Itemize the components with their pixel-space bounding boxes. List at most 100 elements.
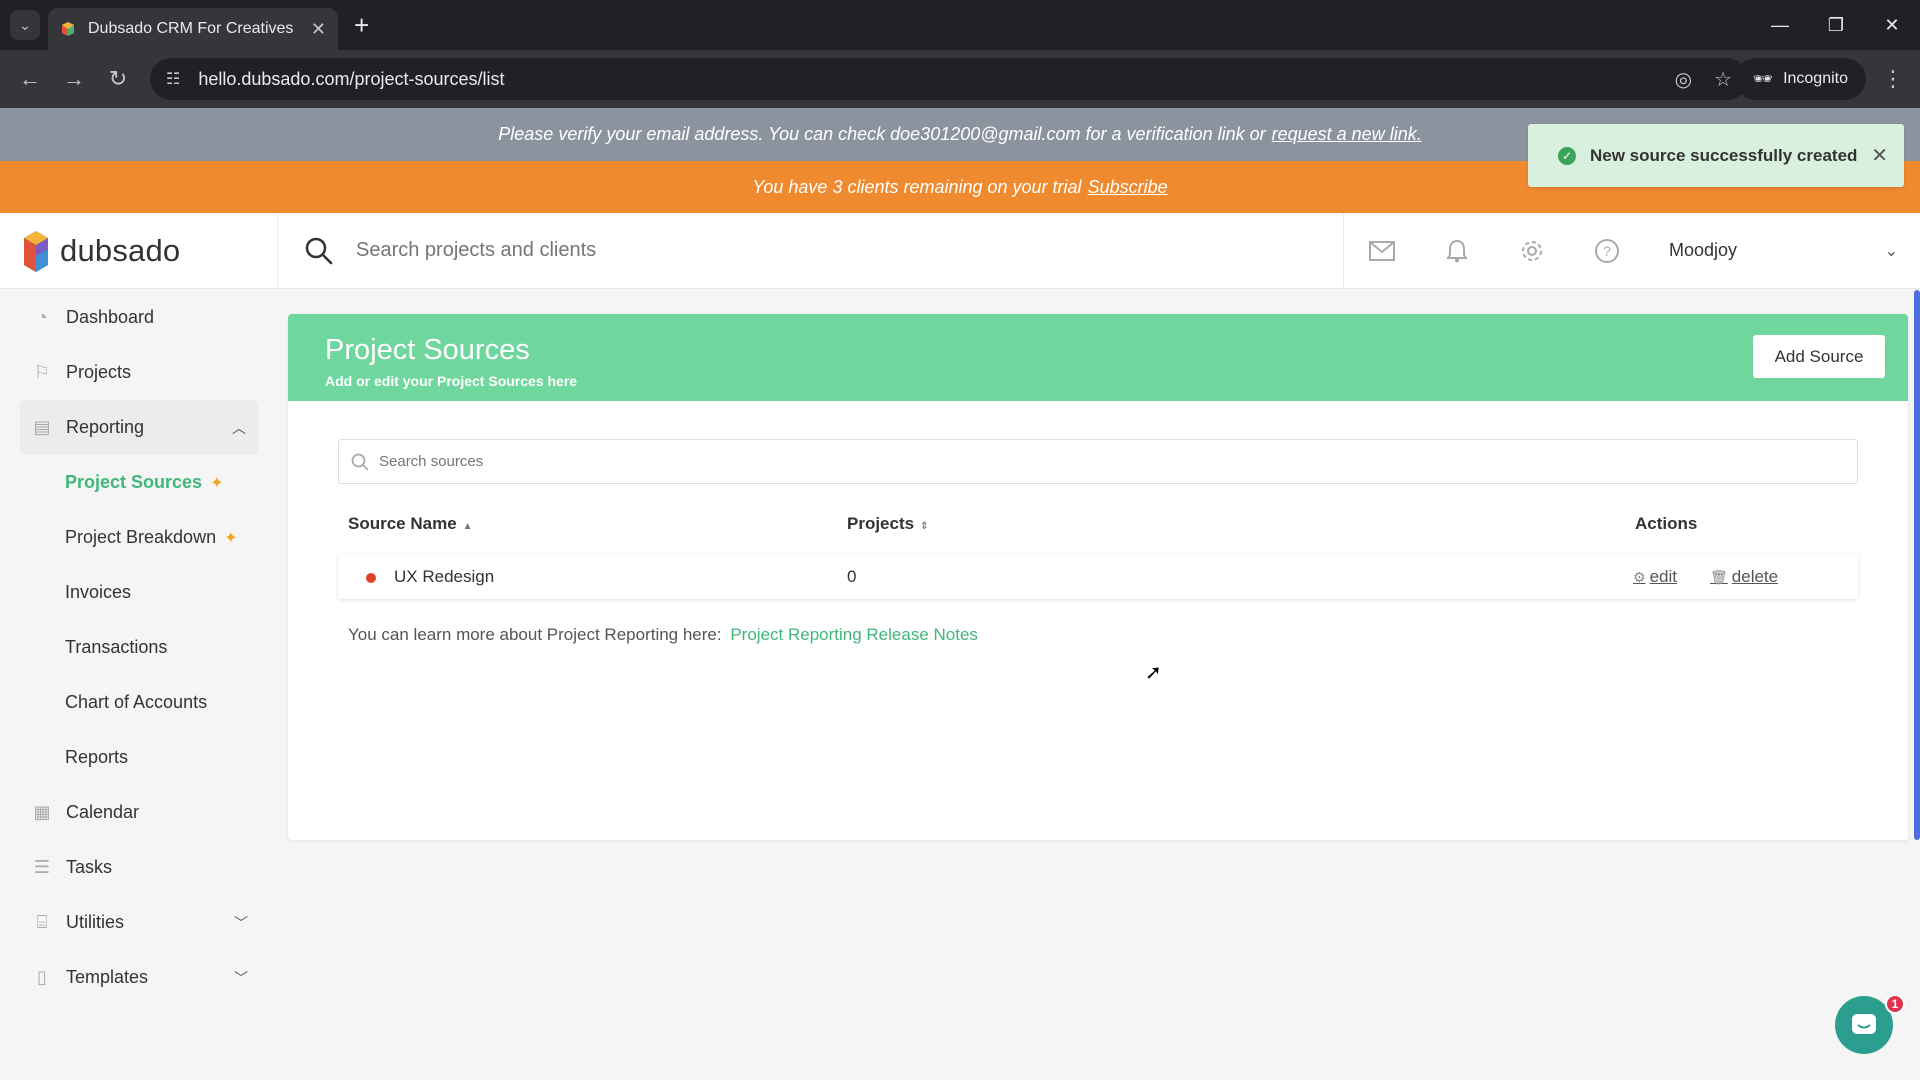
column-source-name[interactable]: Source Name ▲ [348, 514, 473, 534]
user-menu-name[interactable]: Moodjoy [1669, 240, 1885, 261]
page-title: Project Sources [325, 334, 530, 366]
sidebar-item-label: Projects [66, 362, 132, 382]
sidebar-item-label: Reporting [66, 417, 145, 437]
incognito-icon: 🕶 [1752, 71, 1774, 88]
browser-menu-icon[interactable]: ⋮ [1882, 66, 1904, 92]
project-sources-panel: Project Sources Add or edit your Project… [288, 314, 1908, 840]
scrollbar[interactable] [1914, 290, 1920, 840]
logo-text: dubsado [60, 232, 181, 268]
restore-icon[interactable]: ❐ [1808, 15, 1864, 36]
sidebar-item-label: Project Sources [65, 472, 203, 492]
bell-icon[interactable] [1419, 239, 1494, 263]
url-text[interactable]: hello.dubsado.com/project-sources/list [198, 69, 1652, 90]
source-project-count: 0 [847, 567, 857, 586]
reload-icon[interactable]: ↻ [98, 66, 138, 92]
browser-tab[interactable]: Dubsado CRM For Creatives ✕ [48, 8, 338, 50]
table-header: Source Name ▲ Projects ⇕ Actions [338, 484, 1858, 554]
column-projects[interactable]: Projects ⇕ [847, 514, 928, 534]
sidebar-item-projects[interactable]: ⚐ Projects [0, 345, 278, 400]
forward-icon[interactable]: → [54, 66, 94, 92]
app-header: dubsado ? Moodjoy ⌄ [0, 213, 1920, 289]
sidebar-item-label: Dashboard [66, 307, 155, 327]
chevron-down-icon: ﹀ [234, 969, 248, 986]
sidebar-item-reporting[interactable]: ▤ Reporting ︿ [20, 400, 258, 455]
release-notes-link[interactable]: Project Reporting Release Notes [730, 625, 978, 644]
search-sources-input[interactable] [379, 453, 1857, 470]
chat-icon [1852, 1014, 1876, 1034]
trash-icon: 🗑 [1710, 569, 1728, 585]
sidebar-item-label: Transactions [65, 637, 168, 657]
incognito-indicator[interactable]: 🕶 Incognito [1734, 58, 1866, 100]
utilities-icon: ⌸ [36, 912, 48, 932]
subscribe-link[interactable]: Subscribe [1088, 177, 1168, 198]
page-subtitle: Add or edit your Project Sources here [325, 373, 578, 389]
window-close-icon[interactable]: ✕ [1864, 15, 1920, 36]
sidebar-item-utilities[interactable]: ⌸ Utilities ﹀ [0, 895, 278, 950]
tab-close-icon[interactable]: ✕ [311, 19, 326, 40]
request-new-link[interactable]: request a new link. [1272, 124, 1422, 145]
gear-icon: ⚙ [1633, 569, 1646, 585]
column-actions: Actions [1635, 514, 1697, 534]
sidebar-item-dashboard[interactable]: ◔ Dashboard [0, 290, 278, 345]
sparkle-icon: ✦ [210, 474, 224, 492]
toast-close-icon[interactable]: ✕ [1871, 143, 1888, 168]
templates-icon: ▯ [37, 967, 47, 987]
source-name: UX Redesign [394, 567, 495, 586]
browser-tab-bar: ⌄ Dubsado CRM For Creatives ✕ + — ❐ ✕ [0, 0, 1920, 50]
dubsado-logo[interactable]: dubsado [0, 213, 278, 288]
sidebar-item-label: Templates [66, 967, 149, 987]
sidebar-item-invoices[interactable]: Invoices [0, 565, 278, 620]
sidebar-item-label: Tasks [66, 857, 113, 877]
column-label: Actions [1635, 514, 1698, 533]
sidebar-item-project-breakdown[interactable]: Project Breakdown ✦ [0, 510, 278, 565]
delete-link[interactable]: 🗑 delete [1710, 567, 1778, 587]
header-actions: ? Moodjoy ⌄ [1343, 213, 1920, 288]
site-settings-icon[interactable]: ☷ [166, 69, 180, 89]
dashboard-icon: ◔ [36, 307, 48, 327]
column-label: Projects [847, 514, 915, 533]
sidebar-item-label: Project Breakdown [65, 527, 217, 547]
edit-label: edit [1649, 567, 1677, 586]
sort-icon: ⇕ [920, 521, 929, 532]
mail-icon[interactable] [1344, 240, 1419, 261]
minimize-icon[interactable]: — [1752, 15, 1808, 36]
panel-header: Project Sources Add or edit your Project… [288, 314, 1908, 401]
sidebar-item-chart-of-accounts[interactable]: Chart of Accounts [0, 675, 278, 730]
sidebar-item-transactions[interactable]: Transactions [0, 620, 278, 675]
add-source-button[interactable]: Add Source [1753, 335, 1885, 378]
chevron-up-icon: ︿ [232, 419, 246, 436]
bookmark-star-icon[interactable]: ☆ [1714, 67, 1732, 92]
source-color-dot [366, 573, 376, 583]
sidebar-item-templates[interactable]: ▯ Templates ﹀ [0, 950, 278, 1005]
search-icon[interactable] [304, 236, 334, 266]
chevron-down-icon[interactable]: ⌄ [1885, 241, 1898, 261]
sparkle-icon: ✦ [224, 529, 238, 547]
sort-asc-icon: ▲ [462, 521, 473, 532]
projects-icon: ⚐ [33, 362, 51, 382]
search-icon [351, 453, 369, 471]
address-bar[interactable]: ☷ hello.dubsado.com/project-sources/list… [150, 58, 1748, 100]
sidebar-item-label: Chart of Accounts [65, 692, 208, 712]
gear-icon[interactable] [1494, 239, 1569, 263]
sidebar-item-tasks[interactable]: ☰ Tasks [0, 840, 278, 895]
help-icon[interactable]: ? [1569, 238, 1644, 264]
sidebar-item-reports[interactable]: Reports [0, 730, 278, 785]
new-tab-icon[interactable]: + [354, 10, 369, 41]
success-toast: ✓ New source successfully created ✕ [1528, 124, 1904, 187]
dubsado-favicon-icon [62, 22, 74, 36]
global-search-input[interactable] [356, 239, 1116, 262]
verify-text: Please verify your email address. You ca… [498, 124, 1266, 144]
window-controls: — ❐ ✕ [1752, 0, 1920, 50]
eye-slash-icon[interactable]: ◎ [1675, 67, 1692, 92]
back-icon[interactable]: ← [10, 66, 50, 92]
tab-list-chevron-icon[interactable]: ⌄ [10, 10, 40, 40]
sidebar-item-project-sources[interactable]: Project Sources ✦ [0, 455, 278, 510]
sidebar: ◔ Dashboard ⚐ Projects ▤ Reporting ︿ Pro… [0, 290, 278, 1080]
reporting-icon: ▤ [33, 417, 51, 437]
tab-title: Dubsado CRM For Creatives [88, 20, 294, 37]
edit-link[interactable]: ⚙ edit [1633, 567, 1677, 587]
sidebar-item-label: Utilities [66, 912, 125, 932]
sidebar-item-calendar[interactable]: ▦ Calendar [0, 785, 278, 840]
sources-search[interactable] [338, 439, 1858, 484]
mouse-cursor-icon: ➚ [1145, 662, 1162, 684]
